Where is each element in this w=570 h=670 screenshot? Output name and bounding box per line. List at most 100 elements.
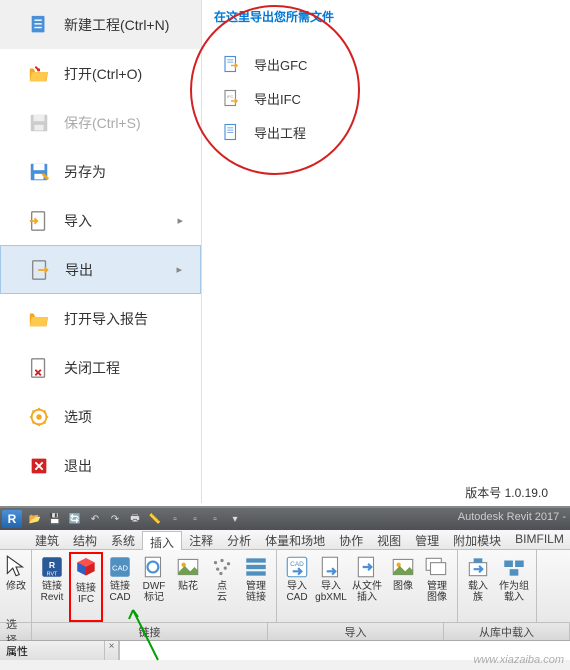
import-icon <box>28 210 50 232</box>
manage-links-icon <box>243 554 269 580</box>
svg-text:IFC: IFC <box>227 95 233 99</box>
qat-undo-icon[interactable]: ↶ <box>86 511 104 527</box>
tab-addins[interactable]: 附加模块 <box>446 530 508 549</box>
load-family-button[interactable]: 载入 族 <box>461 552 495 622</box>
sidebar: 新建工程(Ctrl+N) 打开(Ctrl+O) 保存(Ctrl+S) 另存为 导… <box>0 0 202 503</box>
insert-from-file-button[interactable]: 从文件 插入 <box>348 552 386 622</box>
qat-open-icon[interactable]: 📂 <box>26 511 44 527</box>
svg-text:R: R <box>49 560 56 570</box>
tab-structure[interactable]: 结构 <box>66 530 104 549</box>
export-project-icon <box>222 123 240 141</box>
ribbon-tabs: 建筑 结构 系统 插入 注释 分析 体量和场地 协作 视图 管理 附加模块 BI… <box>0 530 570 550</box>
qat-sync-icon[interactable]: 🔄 <box>66 511 84 527</box>
decal-button[interactable]: 贴花 <box>171 552 205 622</box>
save-icon <box>28 112 50 134</box>
link-cad-icon: CAD <box>107 554 133 580</box>
import-cad-icon: CAD <box>284 554 310 580</box>
close-project-icon <box>28 357 50 379</box>
menu-label: 另存为 <box>64 162 106 182</box>
tab-insert[interactable]: 插入 <box>142 531 182 550</box>
link-ifc-icon <box>73 556 99 582</box>
folder-open-icon <box>28 63 50 85</box>
tab-manage[interactable]: 管理 <box>408 530 446 549</box>
link-cad-button[interactable]: CAD 链接 CAD <box>103 552 137 622</box>
import-cad-button[interactable]: CAD 导入 CAD <box>280 552 314 622</box>
link-revit-button[interactable]: RRVT 链接 Revit <box>35 552 69 622</box>
qat-btn[interactable]: ▫ <box>186 511 204 527</box>
point-cloud-icon <box>209 554 235 580</box>
tab-bimfilm[interactable]: BIMFILM <box>508 530 570 549</box>
menu-label: 打开(Ctrl+O) <box>64 64 142 84</box>
qat-redo-icon[interactable]: ↷ <box>106 511 124 527</box>
chevron-right-icon: ▸ <box>177 214 183 227</box>
image-button[interactable]: 图像 <box>386 552 420 622</box>
revit-title: Autodesk Revit 2017 - <box>458 511 566 523</box>
load-as-group-button[interactable]: 作为组 载入 <box>495 552 533 622</box>
menu-label: 关闭工程 <box>64 358 120 378</box>
export-project[interactable]: 导出工程 <box>214 115 558 149</box>
qat-btn[interactable]: ▫ <box>166 511 184 527</box>
menu-open[interactable]: 打开(Ctrl+O) <box>0 49 201 98</box>
export-icon <box>29 259 51 281</box>
panel-import-label: 导入 <box>268 623 444 640</box>
svg-text:RVT: RVT <box>47 572 58 578</box>
export-ifc[interactable]: IFC 导出IFC <box>214 81 558 115</box>
qat-dropdown-icon[interactable]: ▾ <box>226 511 244 527</box>
qat-measure-icon[interactable]: 📏 <box>146 511 164 527</box>
menu-label: 打开导入报告 <box>64 309 148 329</box>
import-gbxml-button[interactable]: 导入 gbXML <box>314 552 348 622</box>
tab-annotate[interactable]: 注释 <box>182 530 220 549</box>
qat-save-icon[interactable]: 💾 <box>46 511 64 527</box>
tab-massing[interactable]: 体量和场地 <box>258 530 332 549</box>
ribbon-content: 修改 RRVT 链接 Revit 链接 IFC CAD 链接 CAD <box>0 550 570 622</box>
dwf-icon <box>141 554 167 580</box>
menu-label: 退出 <box>64 456 92 476</box>
panel-title: 在这里导出您所需文件 <box>214 8 558 25</box>
panel-link-label: 链接 <box>32 623 268 640</box>
menu-import[interactable]: 导入 ▸ <box>0 196 201 245</box>
menu-label: 选项 <box>64 407 92 427</box>
revit-app-button[interactable]: R <box>2 510 22 528</box>
menu-close-project[interactable]: 关闭工程 <box>0 343 201 392</box>
tab-view[interactable]: 视图 <box>370 530 408 549</box>
manage-images-button[interactable]: 管理 图像 <box>420 552 454 622</box>
report-icon <box>28 308 50 330</box>
export-gfc[interactable]: 导出GFC <box>214 47 558 81</box>
qat-print-icon[interactable]: 🖶 <box>126 511 144 527</box>
manage-images-icon <box>424 554 450 580</box>
manage-links-button[interactable]: 管理 链接 <box>239 552 273 622</box>
qat-btn[interactable]: ▫ <box>206 511 224 527</box>
export-label: 导出IFC <box>254 89 301 108</box>
modify-button[interactable]: 修改 <box>3 552 29 622</box>
tab-systems[interactable]: 系统 <box>104 530 142 549</box>
menu-save-as[interactable]: 另存为 <box>0 147 201 196</box>
load-group-icon <box>501 554 527 580</box>
dwf-markup-button[interactable]: DWF 标记 <box>137 552 171 622</box>
svg-text:CAD: CAD <box>112 563 129 572</box>
menu-export[interactable]: 导出 ▸ <box>0 245 201 294</box>
menu-label: 导出 <box>65 260 93 280</box>
menu-label: 导入 <box>64 211 92 231</box>
tab-analyze[interactable]: 分析 <box>220 530 258 549</box>
version-label: 版本号 1.0.19.0 <box>465 484 548 501</box>
properties-label: 属性 <box>0 641 105 660</box>
link-ifc-button[interactable]: 链接 IFC <box>69 552 103 622</box>
import-gbxml-icon <box>318 554 344 580</box>
point-cloud-button[interactable]: 点 云 <box>205 552 239 622</box>
panel-select-label: 选择 <box>0 623 32 640</box>
tab-architecture[interactable]: 建筑 <box>28 530 66 549</box>
panel-library-label: 从库中载入 <box>444 623 570 640</box>
menu-options[interactable]: 选项 <box>0 392 201 441</box>
file-new-icon <box>28 14 50 36</box>
insert-file-icon <box>354 554 380 580</box>
gear-icon <box>28 406 50 428</box>
menu-label: 新建工程(Ctrl+N) <box>64 15 169 35</box>
tab-collaborate[interactable]: 协作 <box>332 530 370 549</box>
load-family-icon <box>465 554 491 580</box>
close-icon <box>28 455 50 477</box>
panel-close-icon[interactable]: × <box>105 641 119 660</box>
menu-open-import-report[interactable]: 打开导入报告 <box>0 294 201 343</box>
menu-new-project[interactable]: 新建工程(Ctrl+N) <box>0 0 201 49</box>
export-label: 导出工程 <box>254 123 306 142</box>
menu-exit[interactable]: 退出 <box>0 441 201 490</box>
